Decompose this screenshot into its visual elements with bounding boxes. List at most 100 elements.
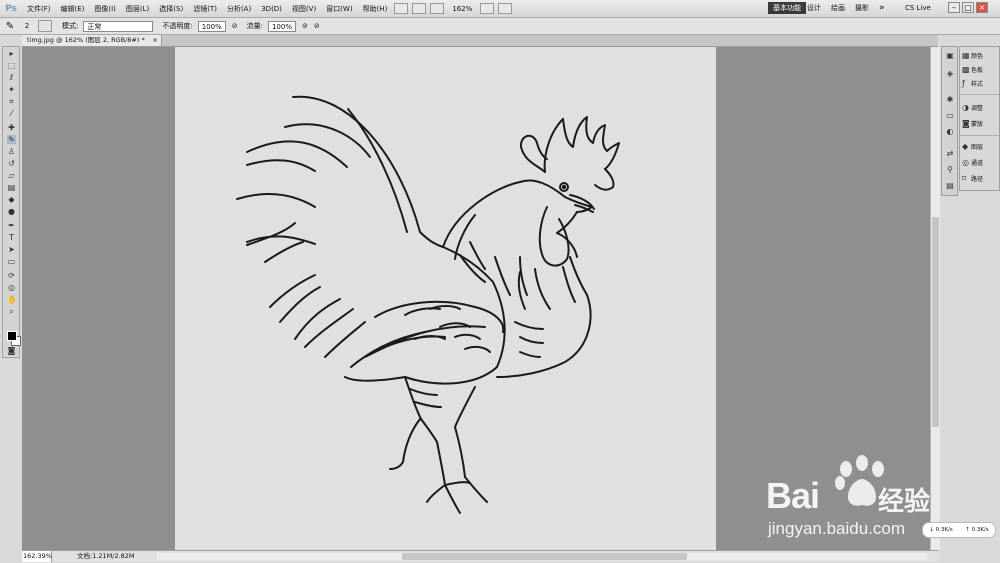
masks-panel-icon[interactable]: ▭ bbox=[945, 111, 955, 120]
marquee-icon[interactable]: ⬚ bbox=[7, 61, 16, 70]
opacity-label: 不透明度: bbox=[162, 22, 193, 30]
channels-panel-icon[interactable]: ⇄ bbox=[945, 149, 955, 158]
panel-styles-label: 样式 bbox=[971, 81, 984, 88]
screen-mode-icon[interactable] bbox=[498, 3, 513, 14]
bridge-icon[interactable] bbox=[394, 3, 409, 14]
color-icon: ▦ bbox=[962, 51, 970, 60]
eyedropper-icon[interactable]: ⁄ bbox=[7, 109, 16, 118]
watermark-brand: Bai bbox=[766, 475, 820, 516]
paths-panel-icon[interactable]: ⚲ bbox=[945, 165, 955, 174]
menu-help[interactable]: 帮助(H) bbox=[358, 4, 393, 14]
menu-layer[interactable]: 图层(L) bbox=[121, 4, 154, 14]
panel-channels-label: 通道 bbox=[971, 160, 984, 167]
quick-mask-icon[interactable]: ◙ bbox=[7, 346, 16, 355]
clone-stamp-icon[interactable]: ♙ bbox=[7, 147, 16, 156]
brush-size[interactable]: 2 bbox=[20, 22, 34, 30]
document-tab-title: timg.jpg @ 162% (图层 2, RGB/8#) * bbox=[27, 36, 145, 44]
panel-adjustments[interactable]: ◑ 调整 bbox=[962, 102, 983, 114]
quick-select-icon[interactable]: ✦ bbox=[7, 85, 16, 94]
flow-field[interactable]: 100% bbox=[267, 20, 296, 32]
panel-color[interactable]: ▦颜色 bbox=[962, 50, 983, 62]
status-doc-info[interactable]: 文档:1.21M/2.82M bbox=[77, 551, 135, 562]
airbrush-icon[interactable]: ⊘ bbox=[232, 22, 238, 30]
watermark-url: jingyan.baidu.com bbox=[768, 519, 906, 538]
brush-panel-icon[interactable] bbox=[38, 20, 52, 32]
menu-3d[interactable]: 3D(D) bbox=[256, 5, 287, 13]
adjust-panel-icon[interactable]: ✱ bbox=[945, 95, 955, 104]
restore-button[interactable]: □ bbox=[962, 2, 974, 13]
workspace-design[interactable]: 设计 bbox=[802, 2, 826, 14]
color-panel-icon[interactable]: ▣ bbox=[945, 51, 955, 60]
panel-layers-label: 图层 bbox=[971, 144, 984, 151]
swatches-panel-icon[interactable]: ◈ bbox=[945, 69, 955, 78]
menu-edit[interactable]: 编辑(E) bbox=[56, 4, 90, 14]
workspace-more[interactable]: » bbox=[874, 2, 890, 14]
shape-icon[interactable]: ▭ bbox=[7, 257, 16, 266]
panel-swatches[interactable]: ▩色板 bbox=[962, 64, 983, 76]
menu-window[interactable]: 窗口(W) bbox=[321, 4, 357, 14]
panel-paths[interactable]: ⌑ 路径 bbox=[962, 173, 983, 185]
workspace-photography[interactable]: 摄影 bbox=[850, 2, 874, 14]
menu-view[interactable]: 视图(V) bbox=[287, 4, 321, 14]
vertical-scroll-thumb[interactable] bbox=[932, 217, 939, 427]
panel-layers[interactable]: ◆ 图层 bbox=[962, 141, 983, 153]
cs-live[interactable]: CS Live bbox=[900, 2, 936, 14]
panel-channels[interactable]: ◎ 通道 bbox=[962, 157, 983, 169]
net-up-value: 0.3K/s bbox=[971, 527, 989, 533]
menu-analysis[interactable]: 分析(A) bbox=[222, 4, 256, 14]
panel-styles[interactable]: ƒ 样式 bbox=[962, 78, 983, 90]
3d-orbit-icon[interactable]: ◎ bbox=[7, 283, 16, 292]
masks-icon: ◙ bbox=[962, 119, 970, 128]
pressure-icon[interactable]: ⊘ bbox=[314, 22, 320, 30]
foreground-color-swatch[interactable] bbox=[7, 331, 17, 341]
mode-select[interactable]: 正常 bbox=[83, 20, 154, 32]
zoom-level[interactable]: 162% bbox=[452, 5, 472, 13]
healing-icon[interactable]: ✚ bbox=[7, 123, 16, 132]
menu-file[interactable]: 文件(F) bbox=[22, 4, 56, 14]
airbrush-toggle-icon[interactable]: ⊘ bbox=[302, 22, 308, 30]
close-button[interactable]: × bbox=[976, 2, 988, 13]
hand-icon[interactable]: ✋ bbox=[7, 295, 17, 304]
brush-tool-icon[interactable]: ✎ bbox=[0, 21, 20, 32]
blur-icon[interactable]: ◆ bbox=[7, 195, 16, 204]
lasso-icon[interactable]: ℓ bbox=[7, 73, 16, 82]
brush-icon[interactable]: ✎ bbox=[7, 135, 16, 144]
panel-masks-label: 蒙版 bbox=[971, 121, 984, 128]
workspace-painting[interactable]: 绘画 bbox=[826, 2, 850, 14]
layers-panel-icon[interactable]: ◐ bbox=[945, 127, 955, 136]
arrange-icon[interactable] bbox=[480, 3, 495, 14]
menu-image[interactable]: 图像(I) bbox=[89, 4, 121, 14]
zoom-icon[interactable]: ⌕ bbox=[7, 307, 16, 316]
panel-masks[interactable]: ◙蒙版 bbox=[962, 118, 983, 130]
opacity-field[interactable]: 100% bbox=[197, 20, 226, 32]
crop-icon[interactable]: ⌗ bbox=[7, 97, 16, 106]
document-tab[interactable]: timg.jpg @ 162% (图层 2, RGB/8#) * × bbox=[22, 35, 162, 46]
panel-list: ▦颜色 ▩色板 ƒ 样式 ◑ 调整 ◙蒙版 ◆ 图层 ◎ 通道 ⌑ 路径 bbox=[959, 46, 1000, 191]
move-icon[interactable]: ▸ bbox=[7, 49, 16, 58]
styles-icon: ƒ bbox=[962, 79, 965, 88]
path-select-icon[interactable]: ➤ bbox=[7, 245, 16, 254]
mode-label: 模式: bbox=[62, 22, 79, 30]
dodge-icon[interactable]: ● bbox=[7, 207, 16, 216]
document-canvas[interactable] bbox=[175, 47, 716, 550]
minimize-button[interactable]: – bbox=[948, 2, 960, 13]
vertical-scrollbar[interactable] bbox=[930, 47, 940, 553]
gradient-icon[interactable]: ▤ bbox=[7, 183, 16, 192]
menu-select[interactable]: 选择(S) bbox=[154, 4, 188, 14]
pen-icon[interactable]: ✒ bbox=[7, 221, 16, 230]
eraser-icon[interactable]: ▱ bbox=[7, 171, 16, 180]
type-icon[interactable]: T bbox=[7, 233, 16, 242]
paths-icon: ⌑ bbox=[962, 174, 967, 183]
status-zoom[interactable]: 162.39% bbox=[22, 551, 52, 562]
3d-rotate-icon[interactable]: ⟳ bbox=[7, 271, 16, 280]
extras-icon[interactable] bbox=[430, 3, 445, 14]
history-brush-icon[interactable]: ↺ bbox=[7, 159, 16, 168]
horizontal-scroll-thumb[interactable] bbox=[402, 553, 687, 560]
minibridge-icon[interactable] bbox=[412, 3, 427, 14]
close-tab-icon[interactable]: × bbox=[152, 35, 157, 46]
workspace-essentials[interactable]: 基本功能 bbox=[768, 2, 806, 14]
brush-panel-icon[interactable]: ▤ bbox=[945, 181, 955, 190]
horizontal-scrollbar[interactable] bbox=[157, 553, 927, 560]
network-speed-widget: ↓ 0.3K/s ↑ 0.3K/s bbox=[922, 522, 996, 538]
menu-filter[interactable]: 滤镜(T) bbox=[188, 4, 222, 14]
